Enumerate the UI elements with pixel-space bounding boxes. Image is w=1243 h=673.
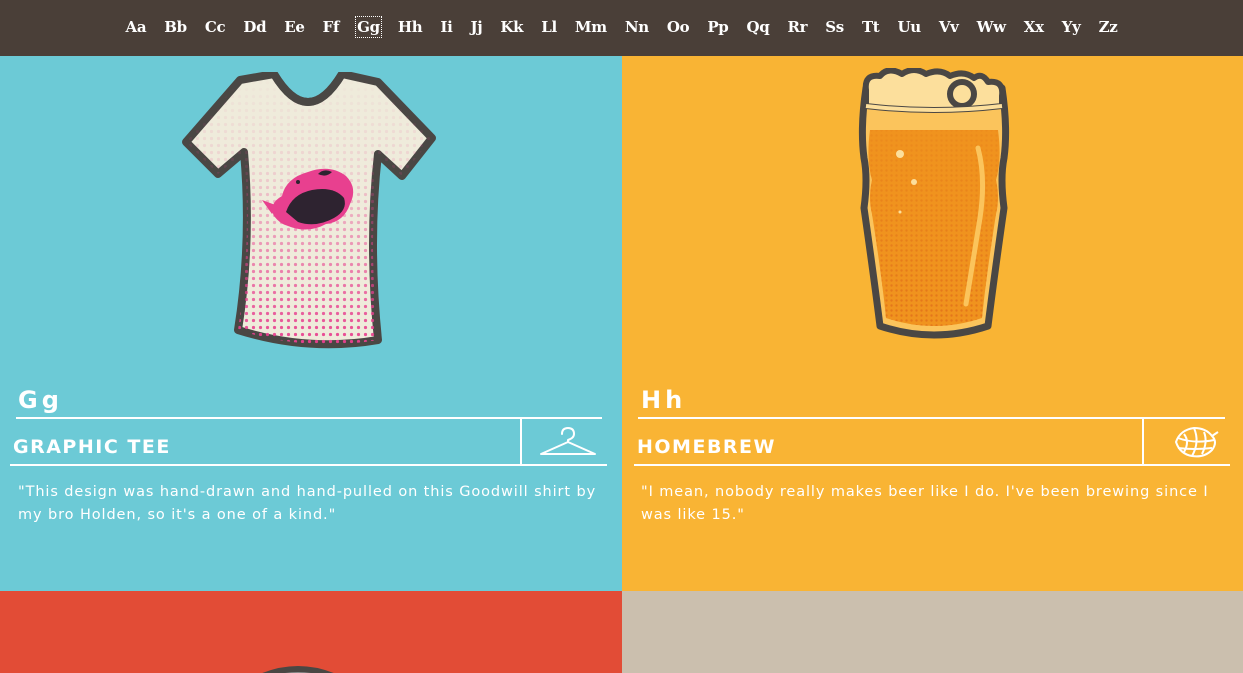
alphabet-list: Aa Bb Cc Dd Ee Ff Gg Hh Ii Jj Kk Ll Mm Nn Oo Pp Qq Rr Ss Tt… [0,16,1243,38]
nav-item-ee: Ee [283,17,305,37]
divider [520,419,522,465]
nav-link-ff[interactable]: Ff [322,17,341,37]
nav-link-kk[interactable]: Kk [499,17,524,37]
nav-link-ww[interactable]: Ww [976,17,1007,37]
letter-heading: Gg [18,386,63,414]
nav-item-xx: Xx [1023,17,1045,37]
panel-next-left [0,591,622,673]
nav-link-aa[interactable]: Aa [125,17,148,37]
nav-item-uu: Uu [896,17,921,37]
nav-link-dd[interactable]: Dd [242,17,267,37]
panel-graphic-tee: Gg GRAPHIC TEE "This design was hand-dra… [0,56,622,591]
nav-item-bb: Bb [163,17,188,37]
alphabet-nav: Aa Bb Cc Dd Ee Ff Gg Hh Ii Jj Kk Ll Mm Nn Oo Pp Qq Rr Ss Tt… [0,0,1243,56]
item-title: HOMEBREW [637,436,776,458]
nav-item-nn: Nn [624,17,650,37]
item-description: "I mean, nobody really makes beer like I… [641,484,1209,523]
nav-link-hh[interactable]: Hh [397,17,423,37]
nav-item-zz: Zz [1098,17,1119,37]
divider [16,417,602,419]
letter-heading: Hh [641,386,687,414]
item-title: GRAPHIC TEE [13,436,171,458]
nav-link-xx[interactable]: Xx [1023,17,1045,37]
nav-item-mm: Mm [574,17,608,37]
nav-item-ll: Ll [540,17,558,37]
nav-item-yy: Yy [1061,17,1082,37]
nav-link-vv[interactable]: Vv [938,17,960,37]
nav-item-pp: Pp [706,17,729,37]
nav-item-ii: Ii [439,17,453,37]
nav-link-ss[interactable]: Ss [824,17,845,37]
nav-link-uu[interactable]: Uu [896,17,921,37]
foam [862,68,1006,113]
nav-item-qq: Qq [746,17,771,37]
nav-link-yy[interactable]: Yy [1061,17,1082,37]
nav-link-cc[interactable]: Cc [204,17,226,37]
nav-item-rr: Rr [786,17,808,37]
nav-link-rr[interactable]: Rr [786,17,808,37]
beer-glass-illustration [858,68,1010,339]
nav-item-hh: Hh [397,17,423,37]
nav-link-ee[interactable]: Ee [283,17,305,37]
nav-link-nn[interactable]: Nn [624,17,650,37]
divider [10,464,607,466]
nav-link-zz[interactable]: Zz [1098,17,1119,37]
nav-link-bb[interactable]: Bb [163,17,188,37]
nav-item-ff: Ff [322,17,341,37]
next-illustration-top [262,666,334,673]
panel-next-right [622,591,1243,673]
nav-link-ll[interactable]: Ll [540,17,558,37]
nav-item-vv: Vv [938,17,960,37]
nav-link-oo[interactable]: Oo [666,17,690,37]
nav-item-jj: Jj [469,17,483,37]
nav-item-dd: Dd [242,17,267,37]
nav-item-cc: Cc [204,17,226,37]
panel-homebrew: Hh HOMEBREW "I mean, nobody really makes… [622,56,1243,591]
nav-item-tt: Tt [861,17,881,37]
nav-item-oo: Oo [666,17,690,37]
nav-item-aa: Aa [125,17,148,37]
nav-item-kk: Kk [499,17,524,37]
nav-item-ww: Ww [976,17,1007,37]
nav-link-jj[interactable]: Jj [469,17,483,37]
nav-link-pp[interactable]: Pp [706,17,729,37]
tshirt-illustration [182,72,436,349]
hanger-icon [540,427,596,455]
divider [638,417,1225,419]
divider [1142,419,1144,465]
hops-icon [1175,427,1219,458]
nav-item-ss: Ss [824,17,845,37]
nav-link-ii[interactable]: Ii [439,17,453,37]
nav-link-tt[interactable]: Tt [861,17,881,37]
nav-link-qq[interactable]: Qq [746,17,771,37]
nav-link-mm[interactable]: Mm [574,17,608,37]
nav-item-gg: Gg [355,16,382,38]
item-description: "This design was hand-drawn and hand-pul… [18,484,597,523]
divider [634,464,1230,466]
nav-link-gg[interactable]: Gg [355,16,382,38]
